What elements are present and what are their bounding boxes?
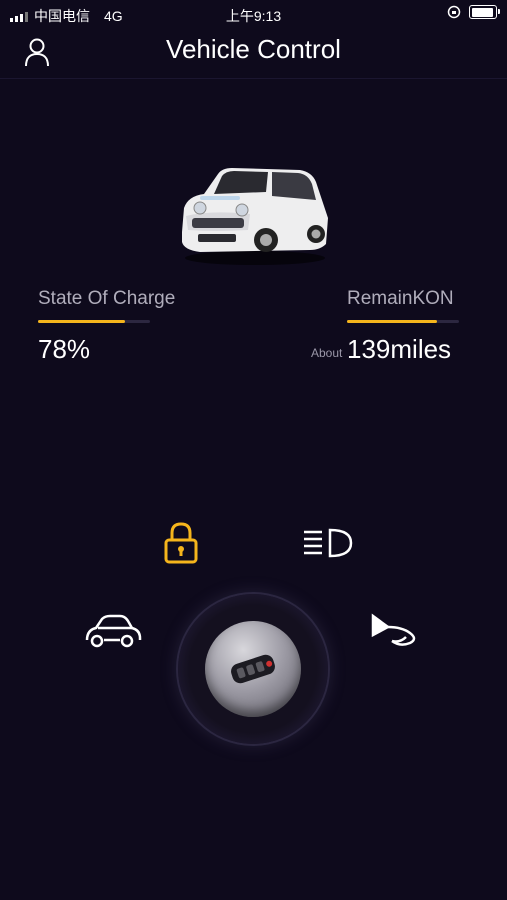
lock-button[interactable] [163,521,199,565]
car-status-button[interactable] [84,613,142,651]
key-knob [205,621,301,717]
status-bar: 中国电信 4G 上午9:13 [0,0,507,28]
range-value: 139miles [347,334,452,364]
range-prefix: About [311,346,343,360]
car-icon [85,614,142,648]
headlight-button[interactable] [302,527,354,559]
charge-progress-fill [38,320,126,323]
car-key-icon [231,654,275,684]
lock-icon [164,522,198,564]
page-title: Vehicle Control [166,34,341,64]
vehicle-image [182,168,328,265]
header: Vehicle Control [0,28,507,79]
status-right [447,5,500,19]
charge-label: State Of Charge [38,288,176,309]
range-label: RemainKON [347,288,454,309]
horn-icon [371,613,416,646]
charge-value: 78% [38,334,91,364]
rotation-lock-icon [447,5,461,19]
battery-icon [469,5,500,19]
range-progress-bar [347,320,459,323]
horn-button[interactable] [370,613,420,651]
charge-progress-bar [38,320,150,323]
remote-key-button[interactable] [178,594,328,744]
range-progress-fill [347,320,437,323]
headlight-icon [304,528,353,558]
status-time: 上午9:13 [225,8,282,24]
